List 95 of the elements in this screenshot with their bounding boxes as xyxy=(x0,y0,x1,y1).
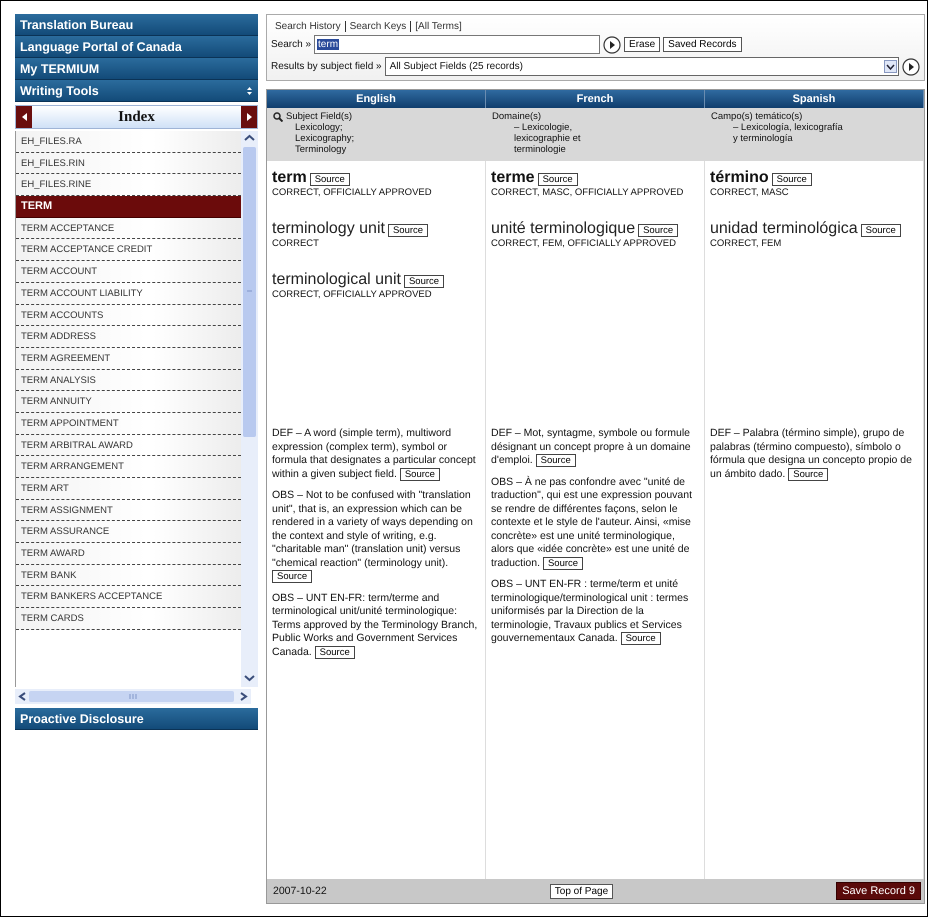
note-text: DEF – Palabra (término simple), grupo de palabras (término compuesto), símbolo o fórmula que designa un concepto propio de un ámbito dado. Source xyxy=(710,427,913,481)
source-button[interactable]: Source xyxy=(788,468,828,480)
subject-field: Lexicology; xyxy=(273,122,480,133)
term-text: terminology unit xyxy=(272,220,385,238)
term-status: CORRECT, FEM, OFFICIALLY APPROVED xyxy=(491,238,677,249)
index-item[interactable]: TERM ASSURANCE xyxy=(16,521,241,544)
subject-field: – Lexicología, lexicografía xyxy=(711,122,918,133)
index-item[interactable]: TERM ACCOUNTS xyxy=(16,304,241,326)
subject-label: Campo(s) temático(s) xyxy=(711,111,802,122)
note-text: OBS – À ne pas confondre avec "unité de traduction", qui est une expression pouvant se rendre de différentes façons, selon le contexte et le style de l'auteur. Ainsi, «mise concrète» est une unité terminologique, alors que «idée concrète» est une unité de traduction. Source xyxy=(491,476,694,570)
index-item[interactable]: TERM ASSIGNMENT xyxy=(16,500,241,522)
term-text: término xyxy=(710,169,769,187)
subject-field: lexicographie et xyxy=(492,133,699,144)
right-arrow-icon xyxy=(246,113,252,121)
index-item[interactable]: EH_FILES.RIN xyxy=(16,152,241,174)
subject-dropdown[interactable]: All Subject Fields (25 records) xyxy=(384,57,899,76)
filter-button[interactable] xyxy=(902,58,920,76)
source-button[interactable]: Source xyxy=(538,173,578,186)
source-button[interactable]: Source xyxy=(400,468,440,480)
note-text: OBS – Not to be confused with "translation unit", that is, an expression which can be rendered in a variety of ways depending on the context and style of writing, e.g. "charitable man" (translation unit) versus "chemical reaction" (terminology unit). Source xyxy=(272,489,474,584)
search-button[interactable] xyxy=(603,36,622,54)
index-item[interactable]: TERM ACCOUNT xyxy=(16,261,241,283)
search-icon xyxy=(273,112,283,122)
note-text: OBS – UNT EN-FR: term/terme and terminological unit/unité terminologique: Terms approved by the Terminology Branch, Public Works and Government Services Canada. Source xyxy=(272,592,478,659)
index-item[interactable]: TERM ANALYSIS xyxy=(16,370,241,392)
source-button[interactable]: Source xyxy=(314,646,355,658)
source-button[interactable]: Source xyxy=(536,454,576,467)
subject-field: Lexicography; xyxy=(273,133,480,144)
note-text: DEF – A word (simple term), multiword expression (complex term), symbol or formula that designates a particular concept within a given subject field. Source xyxy=(272,427,477,481)
index-item[interactable]: TERM ARRANGEMENT xyxy=(16,456,241,478)
term-status: CORRECT xyxy=(272,238,320,249)
search-field[interactable]: term xyxy=(314,35,600,54)
term-status: CORRECT, FEM xyxy=(710,238,782,249)
tab-link[interactable]: Search History xyxy=(271,21,346,32)
index-item[interactable]: EH_FILES.RA xyxy=(16,131,241,153)
term-status: CORRECT, MASC xyxy=(710,187,790,198)
term-text: unité terminologique xyxy=(491,220,636,238)
previous-button[interactable] xyxy=(16,106,32,128)
term-status: CORRECT, MASC, OFFICIALLY APPROVED xyxy=(491,187,684,198)
toolbar-button[interactable]: Erase xyxy=(624,37,660,52)
save-record-button[interactable]: Save Record 9 xyxy=(836,882,921,900)
nav-link[interactable]: Proactive Disclosure xyxy=(15,708,258,730)
search-label: Search » xyxy=(271,39,312,50)
nav-link[interactable]: My TERMIUM xyxy=(15,58,258,80)
nav-link[interactable]: Writing Tools xyxy=(15,80,258,102)
index-item[interactable]: TERM ARBITRAL AWARD xyxy=(16,434,241,456)
source-button[interactable]: Source xyxy=(272,570,312,583)
term-text: unidad terminológica xyxy=(710,220,858,238)
source-button[interactable]: Source xyxy=(860,224,901,237)
index-item[interactable]: TERM ART xyxy=(16,478,241,500)
nav-link[interactable]: Translation Bureau xyxy=(15,14,258,36)
subject-field: – Lexicologie, xyxy=(492,122,699,133)
left-arrow-icon xyxy=(22,113,26,121)
source-button[interactable]: Source xyxy=(772,173,812,186)
source-button[interactable]: Source xyxy=(404,275,444,288)
term-text: term xyxy=(272,169,307,187)
subject-field: y terminología xyxy=(711,133,918,144)
index-item[interactable]: EH_FILES.RINE xyxy=(16,174,241,196)
note-text: DEF – Mot, syntagme, symbole ou formule désignant un concept propre à un domaine d'emploi. Source xyxy=(491,427,692,468)
source-button[interactable]: Source xyxy=(388,224,428,237)
subject-label: Subject Field(s) xyxy=(286,111,352,122)
term-status: CORRECT, OFFICIALLY APPROVED xyxy=(272,187,433,198)
index-item[interactable]: TERM ANNUITY xyxy=(16,391,241,413)
index-item[interactable]: TERM ACCOUNT LIABILITY xyxy=(16,282,241,304)
index-item[interactable]: TERM AWARD xyxy=(16,543,241,565)
index-title: Index xyxy=(118,108,155,126)
index-item[interactable]: TERM ACCEPTANCE CREDIT xyxy=(16,239,241,262)
top-of-page-button[interactable]: Top of Page xyxy=(550,884,614,898)
index-item[interactable]: TERM AGREEMENT xyxy=(16,348,241,370)
term-text: terme xyxy=(491,169,535,187)
toolbar-button[interactable]: Saved Records xyxy=(663,37,742,52)
index-item[interactable]: TERM xyxy=(16,196,241,218)
tab-link[interactable]: Search Keys xyxy=(346,21,412,32)
tab-link[interactable]: [All Terms] xyxy=(411,21,466,32)
subject-field: terminologie xyxy=(492,144,699,155)
source-button[interactable]: Source xyxy=(542,556,584,570)
nav-link[interactable]: Language Portal of Canada xyxy=(15,36,258,58)
expand-icon xyxy=(246,86,253,96)
index-item[interactable]: TERM CARDS xyxy=(16,608,241,630)
note-text: OBS – UNT EN-FR : terme/term et unité terminologique/terminological unit : termes uniformisés par la Direction de la terminologie, Travaux publics et Services gouvernementaux Canada. Source xyxy=(491,578,690,646)
filter-label: Results by subject field » xyxy=(271,61,382,72)
subject-field: Terminology xyxy=(273,144,480,155)
index-item[interactable]: TERM BANK xyxy=(16,564,241,586)
source-button[interactable]: Source xyxy=(638,224,678,237)
source-button[interactable]: Source xyxy=(310,173,350,186)
term-status: CORRECT, OFFICIALLY APPROVED xyxy=(272,289,433,300)
source-button[interactable]: Source xyxy=(620,632,661,645)
next-button[interactable] xyxy=(241,106,257,128)
record-date: 2007-10-22 xyxy=(273,885,327,897)
index-item[interactable]: TERM ACCEPTANCE xyxy=(16,218,241,240)
term-text: terminological unit xyxy=(272,271,401,289)
index-item[interactable]: TERM APPOINTMENT xyxy=(16,412,241,435)
subject-label: Domaine(s) xyxy=(492,111,542,122)
index-item[interactable]: TERM BANKERS ACCEPTANCE xyxy=(16,586,241,608)
index-item[interactable]: TERM ADDRESS xyxy=(16,326,241,348)
